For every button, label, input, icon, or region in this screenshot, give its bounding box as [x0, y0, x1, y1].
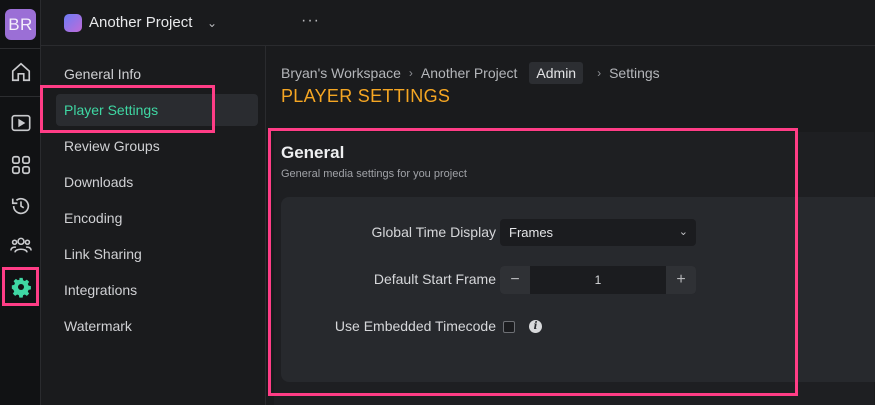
project-logo — [64, 14, 82, 32]
avatar[interactable]: BR — [5, 9, 36, 40]
settings-highlight-box — [2, 267, 39, 306]
breadcrumb-project[interactable]: Another Project — [421, 65, 518, 81]
breadcrumb-settings: Settings — [609, 65, 660, 81]
chevron-right-icon: › — [597, 66, 602, 80]
team-icon[interactable] — [8, 232, 33, 257]
rail-divider — [0, 96, 41, 97]
nav-item-integrations[interactable]: Integrations — [56, 274, 258, 306]
nav-item-watermark[interactable]: Watermark — [56, 310, 258, 342]
chevron-right-icon: › — [408, 66, 413, 80]
role-badge: Admin — [529, 62, 584, 84]
project-name[interactable]: Another Project — [89, 14, 192, 31]
general-section-highlight-box — [268, 128, 798, 396]
page-title: PLAYER SETTINGS — [281, 86, 451, 106]
breadcrumb: Bryan's Workspace › Another Project Admi… — [281, 62, 660, 84]
icon-rail: BR — [0, 0, 41, 405]
breadcrumb-workspace[interactable]: Bryan's Workspace — [281, 65, 401, 81]
grid-icon[interactable] — [8, 152, 33, 177]
history-icon[interactable] — [8, 193, 33, 218]
nav-item-link-sharing[interactable]: Link Sharing — [56, 238, 258, 270]
more-icon[interactable]: ··· — [301, 12, 320, 30]
chevron-down-icon[interactable]: ⌄ — [207, 16, 217, 30]
play-icon[interactable] — [8, 110, 33, 135]
project-header: Another Project ⌄ ··· — [41, 0, 875, 46]
nav-item-encoding[interactable]: Encoding — [56, 202, 258, 234]
rail-divider — [0, 48, 41, 49]
home-icon[interactable] — [8, 59, 33, 84]
nav-item-downloads[interactable]: Downloads — [56, 166, 258, 198]
player-settings-highlight-box — [40, 85, 215, 133]
nav-item-review-groups[interactable]: Review Groups — [56, 130, 258, 162]
